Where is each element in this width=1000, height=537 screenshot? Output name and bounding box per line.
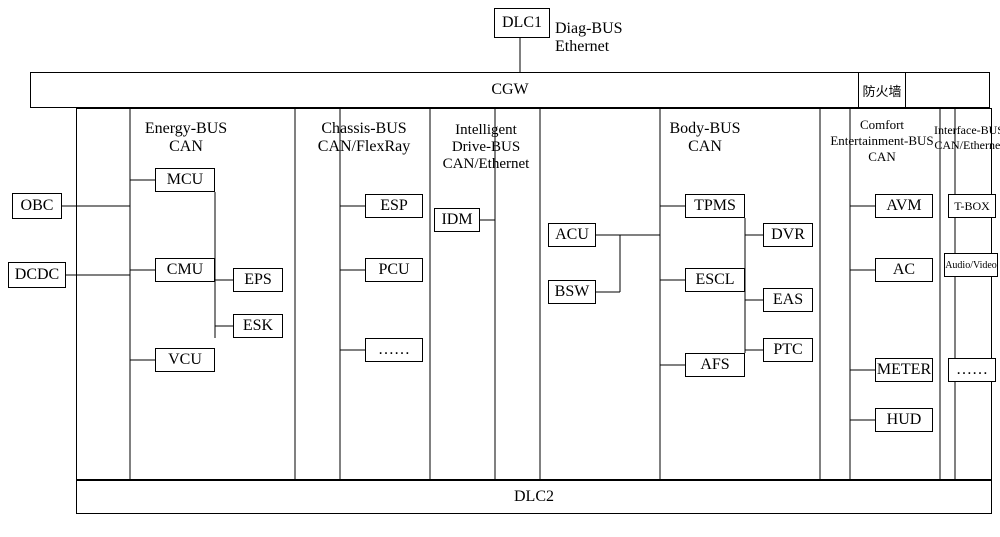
node-dvr: DVR [763,223,813,247]
node-cmu: CMU [155,258,215,282]
node-obc: OBC [12,193,62,219]
column-separators [0,0,1000,537]
dlc2-label: DLC2 [514,488,554,506]
node-hud: HUD [875,408,933,432]
node-esk: ESK [233,314,283,338]
node-bsw: BSW [548,280,596,304]
col-title-interface: Interface-BUS CAN/Ethernet [942,116,996,160]
node-afs: AFS [685,353,745,377]
node-meter: METER [875,358,933,382]
node-ac: AC [875,258,933,282]
node-dcdc: DCDC [8,262,66,288]
node-esp: ESP [365,194,423,218]
node-pcu: PCU [365,258,423,282]
node-chassis-more: …… [365,338,423,362]
dlc2-bar: DLC2 [76,480,992,514]
node-vcu: VCU [155,348,215,372]
node-idm: IDM [434,208,480,232]
col-title-energy: Energy-BUS CAN [86,116,286,160]
node-acu: ACU [548,223,596,247]
col-title-comfort: Comfort Entertainment-BUS CAN [824,112,940,170]
col-title-chassis: Chassis-BUS CAN/FlexRay [300,116,428,160]
node-escl: ESCL [685,268,745,292]
node-tpms: TPMS [685,194,745,218]
node-eps: EPS [233,268,283,292]
node-eas: EAS [763,288,813,312]
node-tbox: T-BOX [948,194,996,218]
node-ptc: PTC [763,338,813,362]
col-title-body: Body-BUS CAN [600,116,810,160]
node-interface-more: …… [948,358,996,382]
node-avm: AVM [875,194,933,218]
node-av: Audio/Video [944,253,998,277]
node-mcu: MCU [155,168,215,192]
col-title-idrive: Intelligent Drive-BUS CAN/Ethernet [434,116,538,178]
